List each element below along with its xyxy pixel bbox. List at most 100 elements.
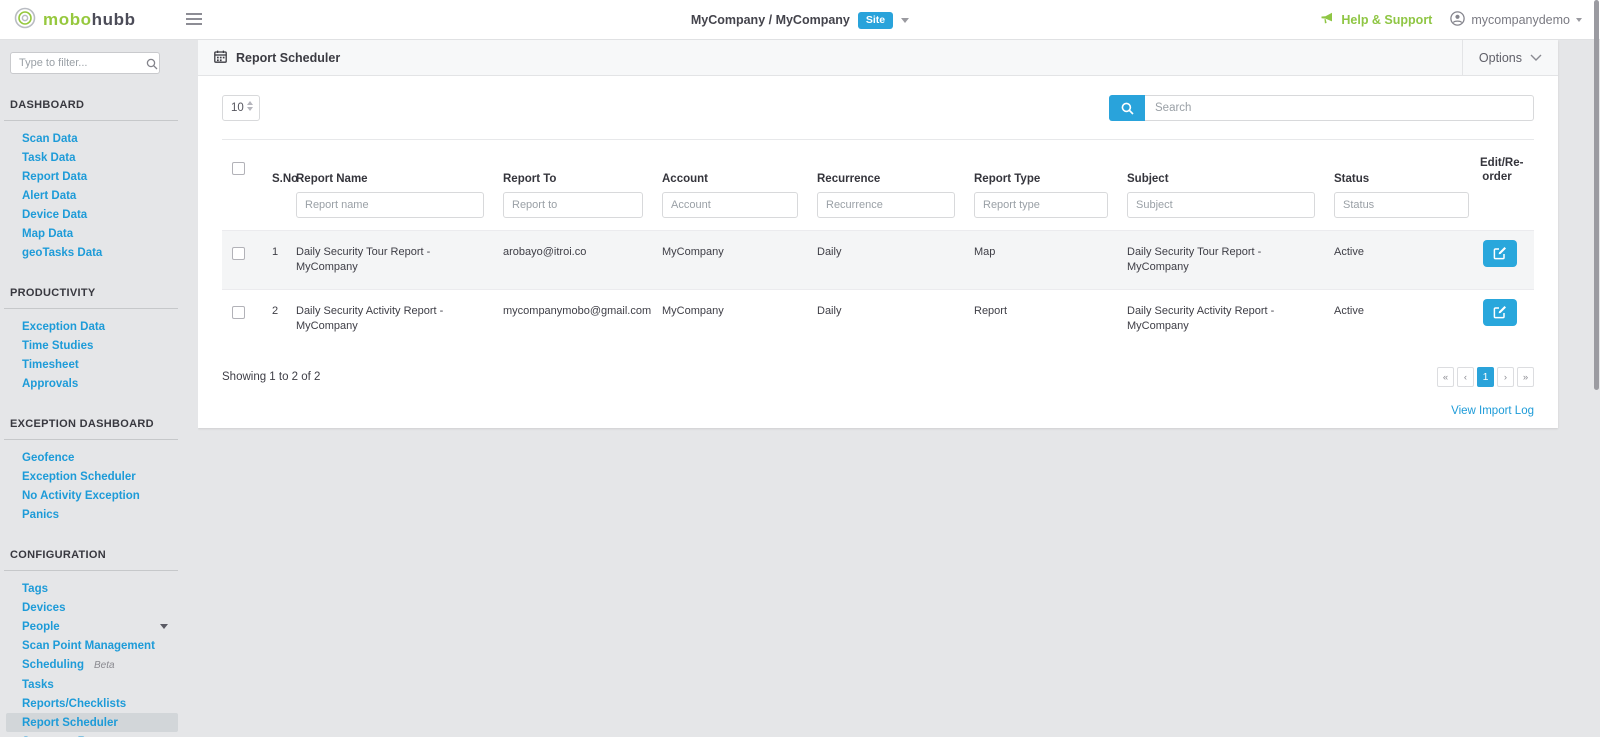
cell-recurrence: Daily — [817, 290, 974, 348]
divider — [4, 308, 178, 309]
cell-status: Active — [1334, 231, 1469, 289]
filter-input-status[interactable] — [1334, 192, 1469, 218]
panel-header: Report Scheduler Options — [198, 40, 1558, 76]
cell-account: MyCompany — [662, 231, 817, 289]
sidebar-item-tags[interactable]: Tags — [0, 579, 198, 598]
page-title: Report Scheduler — [214, 50, 340, 66]
column-header-s-no: S.No — [272, 173, 296, 185]
table-row: 1Daily Security Tour Report - MyCompanya… — [222, 230, 1534, 289]
sidebar-item-device-data[interactable]: Device Data — [0, 205, 198, 224]
sidebar-item-task-data[interactable]: Task Data — [0, 148, 198, 167]
search-input[interactable] — [1145, 95, 1534, 121]
sidebar-item-scheduling[interactable]: SchedulingBeta — [0, 655, 198, 675]
sidebar-item-no-activity-exception[interactable]: No Activity Exception — [0, 486, 198, 505]
filter-cell — [503, 192, 662, 218]
sidebar-item-reports-checklists[interactable]: Reports/Checklists — [0, 694, 198, 713]
divider — [4, 570, 178, 571]
sidebar-nav: DASHBOARDScan DataTask DataReport DataAl… — [0, 99, 198, 737]
chevron-down-icon — [901, 18, 909, 23]
filter-input-recurrence[interactable] — [817, 192, 955, 218]
sidebar-item-label: No Activity Exception — [22, 490, 140, 502]
cell-sno: 2 — [272, 290, 296, 348]
sidebar-item-devices[interactable]: Devices — [0, 598, 198, 617]
filter-cell — [1127, 192, 1334, 218]
filter-input-account[interactable] — [662, 192, 798, 218]
sidebar-section-title: PRODUCTIVITY — [10, 287, 198, 299]
sidebar-item-alert-data[interactable]: Alert Data — [0, 186, 198, 205]
view-import-log-link[interactable]: View Import Log — [1451, 405, 1534, 417]
chevron-down-icon — [160, 624, 168, 629]
cell-subject: Daily Security Tour Report - MyCompany — [1127, 231, 1334, 289]
username-label: mycompanydemo — [1471, 13, 1570, 27]
sidebar-item-label: Map Data — [22, 228, 73, 240]
user-menu[interactable]: mycompanydemo — [1450, 11, 1582, 29]
sidebar-item-exception-data[interactable]: Exception Data — [0, 317, 198, 336]
sidebar-item-panics[interactable]: Panics — [0, 505, 198, 524]
report-scheduler-table: S.NoReport NameReport ToAccountRecurrenc… — [222, 139, 1534, 347]
column-header-account: Account — [662, 173, 817, 185]
sidebar-item-time-studies[interactable]: Time Studies — [0, 336, 198, 355]
edit-reorder-button[interactable] — [1483, 240, 1517, 267]
sidebar-item-label: Scan Point Management — [22, 640, 155, 652]
search-button[interactable] — [1109, 95, 1145, 121]
sidebar-item-label: Geofence — [22, 452, 74, 464]
cell-report-type: Report — [974, 290, 1127, 348]
chevron-down-icon — [1530, 54, 1542, 61]
edit-reorder-button[interactable] — [1483, 299, 1517, 326]
row-checkbox[interactable] — [232, 247, 245, 260]
user-icon — [1450, 11, 1465, 29]
sidebar-item-label: Time Studies — [22, 340, 93, 352]
sidebar-item-people[interactable]: People — [0, 617, 198, 636]
filter-input-report-name[interactable] — [296, 192, 484, 218]
menu-toggle-icon[interactable] — [186, 13, 202, 29]
sidebar-item-timesheet[interactable]: Timesheet — [0, 355, 198, 374]
filter-input-subject[interactable] — [1127, 192, 1315, 218]
page-number-button[interactable]: 1 — [1477, 367, 1494, 387]
column-header-report-to: Report To — [503, 173, 662, 185]
cell-recurrence: Daily — [817, 231, 974, 289]
filter-cell — [296, 192, 503, 218]
sidebar-item-label: Timesheet — [22, 359, 79, 371]
sidebar-item-tasks[interactable]: Tasks — [0, 675, 198, 694]
sidebar-item-map-data[interactable]: Map Data — [0, 224, 198, 243]
last-page-button[interactable]: » — [1517, 367, 1534, 387]
sidebar-item-report-scheduler[interactable]: Report Scheduler — [6, 713, 178, 732]
stepper-icon — [247, 101, 253, 111]
sidebar-item-geotasks-data[interactable]: geoTasks Data — [0, 243, 198, 262]
table-header-checkbox-cell — [222, 162, 272, 184]
sidebar-item-label: Device Data — [22, 209, 87, 221]
next-page-button[interactable]: › — [1497, 367, 1514, 387]
divider — [4, 120, 178, 121]
sidebar-item-summary-report[interactable]: Summary Report — [0, 732, 198, 737]
filter-input-report-type[interactable] — [974, 192, 1108, 218]
brand-logo[interactable]: mobohubb — [14, 0, 136, 40]
column-header-status: Status — [1334, 173, 1469, 185]
sidebar-item-label: Panics — [22, 509, 59, 521]
sidebar-item-label: Alert Data — [22, 190, 76, 202]
select-all-checkbox[interactable] — [232, 162, 245, 175]
results-summary: Showing 1 to 2 of 2 — [222, 371, 320, 383]
row-checkbox[interactable] — [232, 306, 245, 319]
edit-icon — [1493, 246, 1507, 260]
sidebar-item-geofence[interactable]: Geofence — [0, 448, 198, 467]
vertical-scrollbar[interactable] — [1594, 0, 1599, 390]
sidebar-item-report-data[interactable]: Report Data — [0, 167, 198, 186]
options-button[interactable]: Options — [1462, 40, 1558, 76]
sidebar-item-label: Task Data — [22, 152, 75, 164]
page-size-select[interactable]: 10 — [222, 95, 260, 121]
sidebar-item-scan-data[interactable]: Scan Data — [0, 129, 198, 148]
cell-report-type: Map — [974, 231, 1127, 289]
filter-input-report-to[interactable] — [503, 192, 643, 218]
cell-subject: Daily Security Activity Report - MyCompa… — [1127, 290, 1334, 348]
filter-cell — [662, 192, 817, 218]
sidebar-item-scan-point-management[interactable]: Scan Point Management — [0, 636, 198, 655]
prev-page-button[interactable]: ‹ — [1457, 367, 1474, 387]
chevron-down-icon — [1576, 18, 1582, 22]
sidebar-item-exception-scheduler[interactable]: Exception Scheduler — [0, 467, 198, 486]
first-page-button[interactable]: « — [1437, 367, 1454, 387]
sidebar-item-approvals[interactable]: Approvals — [0, 374, 198, 393]
column-header-recurrence: Recurrence — [817, 173, 974, 185]
sidebar-item-label: Tasks — [22, 679, 54, 691]
sidebar-filter-input[interactable] — [10, 52, 160, 74]
help-support-link[interactable]: Help & Support — [1320, 12, 1432, 28]
